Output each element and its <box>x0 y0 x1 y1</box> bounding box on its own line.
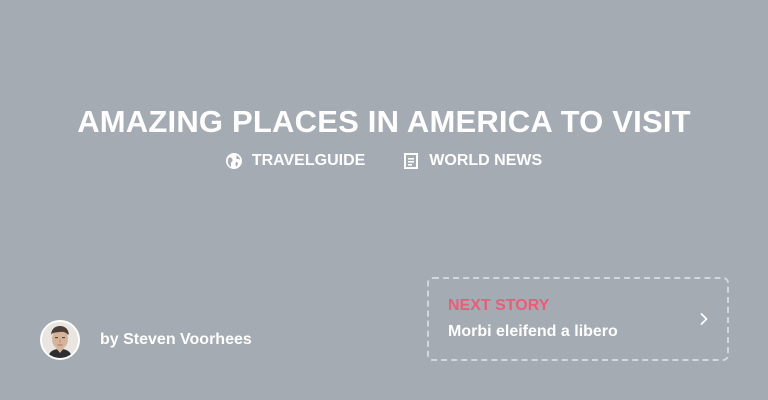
category-label: TRAVELGUIDE <box>251 152 366 169</box>
avatar[interactable] <box>40 320 80 360</box>
globe-icon <box>225 153 242 169</box>
next-story-label: NEXT STORY <box>448 297 550 314</box>
author-name[interactable]: by Steven Voorhees <box>100 330 252 350</box>
next-story-title: Morbi eleifend a libero <box>448 323 618 340</box>
category-link[interactable]: TRAVELGUIDE <box>225 150 366 172</box>
section-label: WORLD NEWS <box>429 152 543 169</box>
article-icon <box>403 153 419 169</box>
next-story-card[interactable]: NEXT STORY Morbi eleifend a libero <box>427 277 729 361</box>
author-block: by Steven Voorhees <box>40 320 252 360</box>
page-title: AMAZING PLACES IN AMERICA TO VISIT <box>77 104 691 139</box>
chevron-right-icon <box>699 312 709 326</box>
post-meta: TRAVELGUIDE WORLD NEWS <box>0 150 768 172</box>
section-link[interactable]: WORLD NEWS <box>403 150 542 172</box>
